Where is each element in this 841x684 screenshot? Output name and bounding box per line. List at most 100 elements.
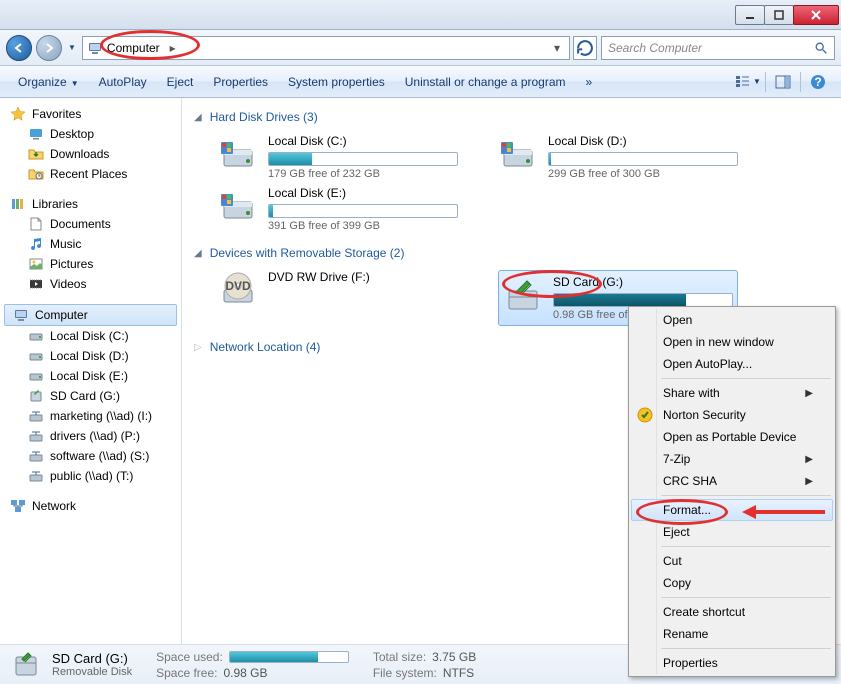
drive-item[interactable]: Local Disk (C:)179 GB free of 232 GB: [218, 134, 458, 180]
eject-button[interactable]: Eject: [157, 71, 204, 93]
address-bar-row: ▼ Computer ▸ ▾ Search Computer: [0, 30, 841, 66]
capacity-bar: [268, 152, 458, 166]
toolbar-overflow-button[interactable]: »: [576, 71, 603, 93]
address-text: Computer: [107, 41, 160, 55]
libraries-group[interactable]: Libraries: [0, 194, 181, 214]
menu-item-open-autoplay[interactable]: Open AutoPlay...: [631, 353, 833, 375]
drive-icon: [28, 448, 44, 464]
hard-disk-icon: [498, 134, 538, 174]
breadcrumb-arrow-icon[interactable]: ▸: [164, 41, 182, 55]
sidebar-item-drive[interactable]: Local Disk (C:): [0, 326, 181, 346]
menu-item-create-shortcut[interactable]: Create shortcut: [631, 601, 833, 623]
space-used-bar: [229, 651, 349, 663]
sidebar-item-drive[interactable]: drivers (\\ad) (P:): [0, 426, 181, 446]
collapse-icon: ◢: [194, 112, 202, 123]
autoplay-button[interactable]: AutoPlay: [89, 71, 157, 93]
sidebar-item-drive[interactable]: Local Disk (D:): [0, 346, 181, 366]
menu-separator: [661, 648, 831, 649]
sidebar-item-documents[interactable]: Documents: [0, 214, 181, 234]
sidebar-item-downloads[interactable]: Downloads: [0, 144, 181, 164]
sidebar-item-videos[interactable]: Videos: [0, 274, 181, 294]
section-removable[interactable]: ◢Devices with Removable Storage (2): [194, 246, 829, 260]
sidebar-item-drive[interactable]: marketing (\\ad) (I:): [0, 406, 181, 426]
hard-disk-icon: [218, 186, 258, 226]
capacity-bar: [268, 204, 458, 218]
drive-item[interactable]: DVDDVD RW Drive (F:): [218, 270, 458, 326]
music-icon: [28, 236, 44, 252]
annotation-arrow: [740, 502, 830, 522]
help-button[interactable]: ?: [805, 71, 831, 93]
details-type: Removable Disk: [52, 666, 132, 678]
properties-button[interactable]: Properties: [203, 71, 278, 93]
minimize-button[interactable]: [735, 5, 765, 25]
capacity-bar: [553, 293, 733, 307]
recent-icon: [28, 166, 44, 182]
documents-icon: [28, 216, 44, 232]
close-button[interactable]: [793, 5, 839, 25]
nav-back-button[interactable]: [6, 35, 32, 61]
libraries-icon: [10, 196, 26, 212]
menu-item-cut[interactable]: Cut: [631, 550, 833, 572]
menu-separator: [661, 546, 831, 547]
menu-item-open-as-portable-device[interactable]: Open as Portable Device: [631, 426, 833, 448]
address-dropdown-icon[interactable]: ▾: [549, 41, 565, 55]
organize-button[interactable]: Organize▼: [8, 71, 89, 93]
hard-disk-icon: [218, 134, 258, 174]
sidebar-item-pictures[interactable]: Pictures: [0, 254, 181, 274]
pictures-icon: [28, 256, 44, 272]
nav-history-dropdown[interactable]: ▼: [66, 43, 78, 52]
network-icon: [10, 498, 26, 514]
menu-item-open[interactable]: Open: [631, 309, 833, 331]
drive-item[interactable]: Local Disk (D:)299 GB free of 300 GB: [498, 134, 738, 180]
menu-item-share-with[interactable]: Share with▶: [631, 382, 833, 404]
details-name: SD Card (G:): [52, 651, 132, 666]
sidebar-item-drive[interactable]: SD Card (G:): [0, 386, 181, 406]
submenu-arrow-icon: ▶: [805, 476, 813, 487]
menu-item-norton-security[interactable]: Norton Security: [631, 404, 833, 426]
refresh-button[interactable]: [573, 36, 597, 60]
svg-text:?: ?: [814, 75, 821, 89]
address-bar[interactable]: Computer ▸ ▾: [82, 36, 570, 60]
svg-text:DVD: DVD: [225, 279, 251, 293]
drive-icon: [28, 388, 44, 404]
sidebar-item-music[interactable]: Music: [0, 234, 181, 254]
section-hdd[interactable]: ◢Hard Disk Drives (3): [194, 110, 829, 124]
search-placeholder: Search Computer: [608, 41, 702, 55]
system-properties-button[interactable]: System properties: [278, 71, 395, 93]
menu-item-eject[interactable]: Eject: [631, 521, 833, 543]
sidebar-item-drive[interactable]: software (\\ad) (S:): [0, 446, 181, 466]
downloads-icon: [28, 146, 44, 162]
submenu-arrow-icon: ▶: [805, 454, 813, 465]
view-mode-button[interactable]: ▼: [735, 71, 761, 93]
menu-separator: [661, 597, 831, 598]
collapse-icon: ◢: [194, 248, 202, 259]
menu-item-7-zip[interactable]: 7-Zip▶: [631, 448, 833, 470]
sidebar-item-computer[interactable]: Computer: [4, 304, 177, 326]
uninstall-button[interactable]: Uninstall or change a program: [395, 71, 576, 93]
window-titlebar: [0, 0, 841, 30]
desktop-icon: [28, 126, 44, 142]
menu-item-open-in-new-window[interactable]: Open in new window: [631, 331, 833, 353]
computer-icon: [13, 307, 29, 323]
dvd-drive-icon: DVD: [218, 270, 258, 310]
drive-icon: [28, 368, 44, 384]
menu-item-crc-sha[interactable]: CRC SHA▶: [631, 470, 833, 492]
sidebar-item-recent[interactable]: Recent Places: [0, 164, 181, 184]
menu-item-copy[interactable]: Copy: [631, 572, 833, 594]
preview-pane-button[interactable]: [770, 71, 796, 93]
star-icon: [10, 106, 26, 122]
sd-card-icon: [10, 649, 42, 681]
search-input[interactable]: Search Computer: [601, 36, 835, 60]
sidebar-item-desktop[interactable]: Desktop: [0, 124, 181, 144]
command-toolbar: Organize▼ AutoPlay Eject Properties Syst…: [0, 66, 841, 98]
nav-forward-button[interactable]: [36, 35, 62, 61]
menu-item-properties[interactable]: Properties: [631, 652, 833, 674]
context-menu: OpenOpen in new windowOpen AutoPlay... Sh…: [628, 306, 836, 677]
menu-item-rename[interactable]: Rename: [631, 623, 833, 645]
drive-item[interactable]: Local Disk (E:)391 GB free of 399 GB: [218, 186, 458, 232]
sidebar-item-drive[interactable]: public (\\ad) (T:): [0, 466, 181, 486]
network-group[interactable]: Network: [0, 496, 181, 516]
favorites-group[interactable]: Favorites: [0, 104, 181, 124]
maximize-button[interactable]: [764, 5, 794, 25]
sidebar-item-drive[interactable]: Local Disk (E:): [0, 366, 181, 386]
